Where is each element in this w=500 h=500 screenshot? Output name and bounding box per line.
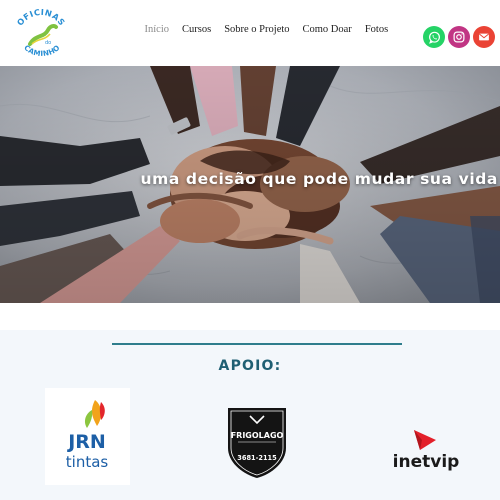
svg-text:OFICINAS: OFICINAS — [15, 8, 68, 28]
apoio-title: APOIO: — [218, 358, 282, 374]
nav-item-fotos[interactable]: Fotos — [358, 21, 394, 39]
apoio-section: APOIO: JRN tintas FRIGOLAGO 3681-2115 in… — [0, 330, 500, 500]
logo-top-text: OFICINAS — [15, 7, 67, 28]
sponsor-logo-jrn-tintas[interactable]: JRN tintas — [45, 388, 130, 485]
frigolago-phone: 3681-2115 — [237, 454, 277, 462]
svg-text:CAMINHO: CAMINHO — [22, 43, 61, 58]
logo-bottom-text: CAMINHO — [22, 43, 61, 58]
nav-item-sobre-o-projeto[interactable]: Sobre o Projeto — [218, 21, 296, 39]
jrn-logo-subtext: tintas — [66, 453, 109, 471]
jrn-logo-text: JRN — [66, 431, 106, 453]
logo-mid-text: do — [45, 40, 51, 46]
jrn-leaf-icon — [91, 400, 102, 426]
apoio-divider-line — [112, 343, 402, 345]
whatsapp-button[interactable] — [423, 26, 445, 48]
nav-item-inicio[interactable]: Início — [138, 21, 176, 39]
nav-item-como-doar[interactable]: Como Doar — [296, 21, 358, 39]
sponsor-logo-frigolago[interactable]: FRIGOLAGO 3681-2115 — [222, 402, 292, 480]
hero-tagline: uma decisão que pode mudar sua vida — [140, 170, 498, 188]
sponsor-logo-inetvip[interactable]: inetvip — [384, 424, 468, 476]
nav-item-cursos[interactable]: Cursos — [176, 21, 218, 39]
frigolago-logo-text: FRIGOLAGO — [231, 431, 284, 440]
instagram-icon — [453, 31, 465, 43]
email-icon — [479, 33, 489, 41]
main-nav: Início Cursos Sobre o Projeto Como Doar … — [138, 21, 395, 39]
site-header: OFICINAS do CAMINHO Início Cursos Sobre … — [0, 0, 500, 66]
section-divider-strip — [0, 303, 500, 330]
instagram-button[interactable] — [448, 26, 470, 48]
whatsapp-icon — [428, 31, 440, 44]
hero-banner: uma decisão que pode mudar sua vida — [0, 66, 500, 303]
inetvip-logo-text: inetvip — [393, 452, 460, 472]
site-logo[interactable]: OFICINAS do CAMINHO — [10, 7, 72, 58]
email-button[interactable] — [473, 26, 495, 48]
